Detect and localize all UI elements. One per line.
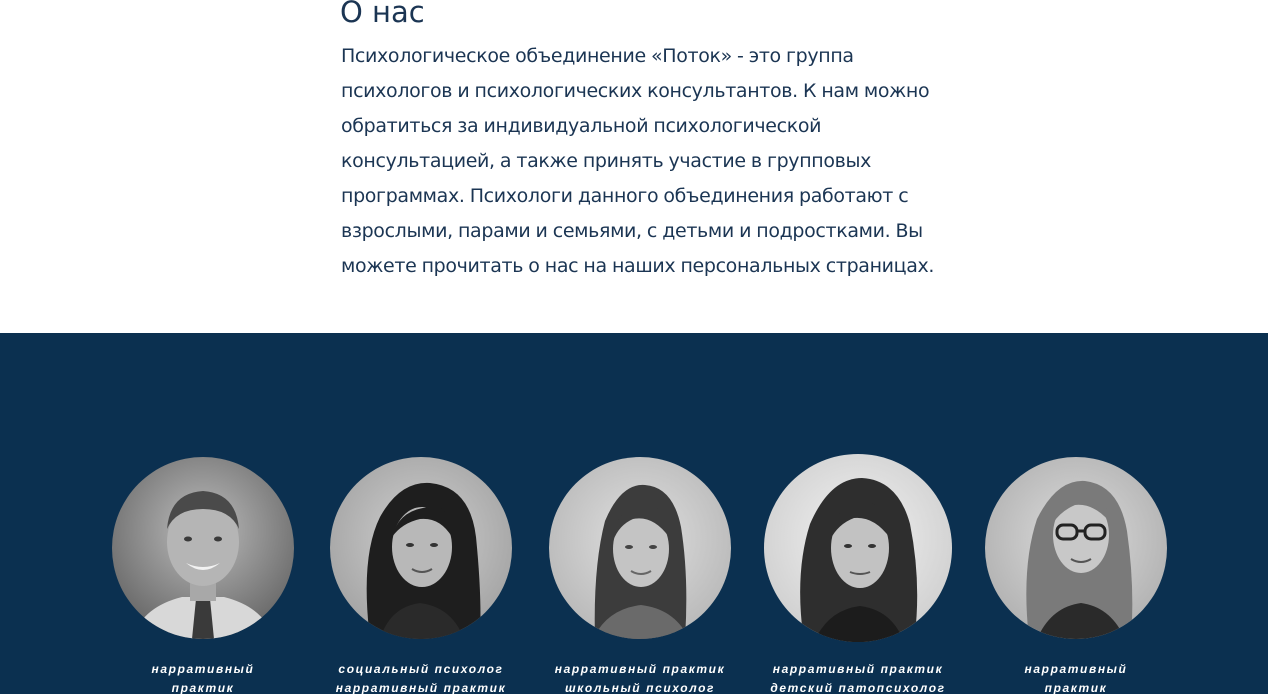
- member-role: нарративный практик детский патопсихолог: [770, 662, 946, 695]
- about-line: консультацией, а также принять участие в…: [341, 150, 872, 172]
- member-role: нарративный практик: [1024, 662, 1128, 695]
- team-member-card[interactable]: нарративный практик детский патопсихолог: [748, 454, 968, 698]
- about-line: программах. Психологи данного объединени…: [341, 185, 909, 207]
- team-member-card[interactable]: нарративный практик: [966, 457, 1186, 698]
- member-role: нарративный практик: [151, 662, 255, 695]
- about-line: можете прочитать о нас на наших персонал…: [341, 255, 935, 277]
- member-photo[interactable]: [764, 454, 952, 642]
- member-photo[interactable]: [985, 457, 1167, 639]
- about-section: О нас Психологическое объединение «Поток…: [0, 0, 1268, 333]
- page-title: О нас: [340, 0, 425, 29]
- about-description: Психологическое объединение «Поток» - эт…: [341, 39, 951, 284]
- about-line: психологов и психологических консультант…: [341, 80, 930, 102]
- about-line: Психологическое объединение «Поток» - эт…: [341, 45, 854, 67]
- team-member-card[interactable]: нарративный практик: [93, 457, 313, 698]
- member-photo[interactable]: [549, 457, 731, 639]
- about-line: взрослыми, парами и семьями, с детьми и …: [341, 220, 923, 242]
- team-section: нарративный практик социальный психолог …: [0, 333, 1268, 695]
- member-role: нарративный практик школьный психолог: [554, 662, 726, 695]
- member-role: социальный психолог нарративный практик: [335, 662, 507, 695]
- about-line: обратиться за индивидуальной психологиче…: [341, 115, 822, 137]
- team-member-card[interactable]: нарративный практик школьный психолог: [530, 457, 750, 698]
- member-photo[interactable]: [112, 457, 294, 639]
- member-photo[interactable]: [330, 457, 512, 639]
- team-member-card[interactable]: социальный психолог нарративный практик: [311, 457, 531, 698]
